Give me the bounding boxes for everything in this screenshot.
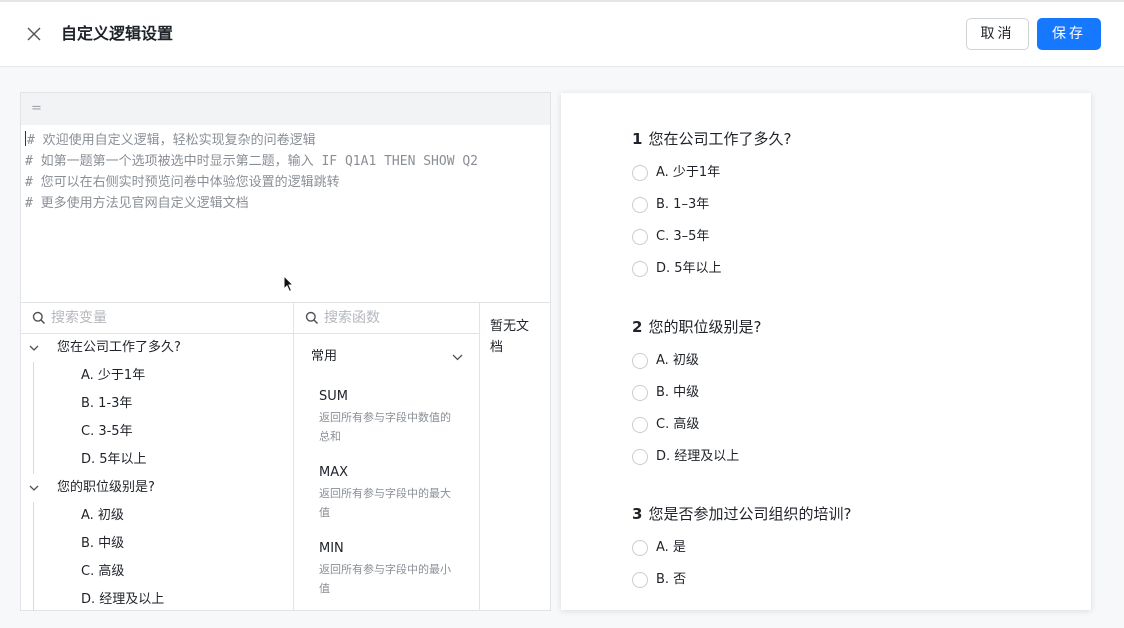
- variable-option[interactable]: A. 初级: [21, 502, 293, 530]
- variable-option[interactable]: D. 5年以上: [21, 446, 293, 474]
- variable-group: 您在公司工作了多久? A. 少于1年 B. 1-3年 C. 3-5年 D. 5年…: [21, 334, 293, 474]
- function-search: [294, 303, 479, 334]
- radio-option[interactable]: C. 高级: [632, 409, 761, 441]
- function-item[interactable]: SUM 返回所有参与字段中数值的总和: [294, 380, 479, 456]
- variable-search-input[interactable]: [49, 307, 269, 329]
- survey-question: 3 您是否参加过公司组织的培训? A. 是 B. 否: [632, 502, 851, 596]
- radio-button[interactable]: [632, 261, 648, 277]
- cancel-button[interactable]: 取消: [966, 18, 1029, 50]
- survey-question: 1 您在公司工作了多久? A. 少于1年 B. 1–3年 C. 3–5年 D. 5…: [632, 127, 791, 285]
- chevron-down-icon: [452, 354, 463, 361]
- variable-option[interactable]: A. 少于1年: [21, 362, 293, 390]
- variables-column: 您在公司工作了多久? A. 少于1年 B. 1-3年 C. 3-5年 D. 5年…: [21, 303, 294, 611]
- variable-option[interactable]: D. 经理及以上: [21, 586, 293, 611]
- radio-option[interactable]: A. 初级: [632, 345, 761, 377]
- close-button[interactable]: [22, 22, 46, 46]
- variable-option[interactable]: B. 1-3年: [21, 390, 293, 418]
- code-line: # 您可以在右侧实时预览问卷中体验您设置的逻辑跳转: [25, 175, 340, 190]
- radio-button[interactable]: [632, 385, 648, 401]
- radio-option[interactable]: D. 经理及以上: [632, 441, 761, 473]
- top-divider: [0, 0, 1124, 2]
- question-title: 3 您是否参加过公司组织的培训?: [632, 505, 852, 523]
- mouse-cursor-icon: [283, 275, 295, 293]
- radio-button[interactable]: [632, 417, 648, 433]
- docs-column: 暂无文档: [480, 303, 550, 611]
- tree-guide-line: [33, 502, 34, 611]
- variable-question[interactable]: 您的职位级别是?: [21, 474, 293, 502]
- reference-area: 您在公司工作了多久? A. 少于1年 B. 1-3年 C. 3-5年 D. 5年…: [21, 302, 550, 611]
- radio-option[interactable]: B. 否: [632, 564, 851, 596]
- variable-option[interactable]: B. 中级: [21, 530, 293, 558]
- function-item[interactable]: MAX 返回所有参与字段中的最大值: [294, 456, 479, 532]
- page-title: 自定义逻辑设置: [61, 24, 174, 43]
- function-category-toggle[interactable]: 常用: [294, 334, 479, 380]
- header-bar: 自定义逻辑设置 取消 保存: [0, 0, 1124, 67]
- radio-button[interactable]: [632, 540, 648, 556]
- function-name: SUM: [319, 389, 348, 404]
- question-title: 2 您的职位级别是?: [632, 318, 762, 336]
- function-search-input[interactable]: [322, 307, 462, 329]
- variable-option[interactable]: C. 高级: [21, 558, 293, 586]
- variable-question[interactable]: 您在公司工作了多久?: [21, 334, 293, 362]
- function-description: 返回所有参与字段中的最小值: [319, 563, 451, 595]
- radio-button[interactable]: [632, 572, 648, 588]
- radio-option[interactable]: C. 3–5年: [632, 221, 791, 253]
- radio-button[interactable]: [632, 197, 648, 213]
- survey-preview-panel: 1 您在公司工作了多久? A. 少于1年 B. 1–3年 C. 3–5年 D. 5…: [561, 93, 1091, 610]
- functions-column: 常用 SUM 返回所有参与字段中数值的总和 MAX 返回所有参与字段中的最大值 …: [294, 303, 480, 611]
- formula-bar[interactable]: =: [21, 93, 550, 125]
- close-icon: [27, 27, 41, 41]
- function-description: 返回所有参与字段中的最大值: [319, 487, 451, 519]
- radio-button[interactable]: [632, 165, 648, 181]
- chevron-down-icon: [29, 345, 39, 351]
- logic-editor-panel: = # 欢迎使用自定义逻辑，轻松实现复杂的问卷逻辑 # 如第一题第一个选项被选中…: [20, 92, 551, 611]
- text-caret: [25, 131, 26, 146]
- radio-option[interactable]: D. 5年以上: [632, 253, 791, 285]
- variable-search: [21, 303, 293, 334]
- function-item[interactable]: MIN 返回所有参与字段中的最小值: [294, 532, 479, 608]
- variable-group: 您的职位级别是? A. 初级 B. 中级 C. 高级 D. 经理及以上: [21, 474, 293, 611]
- radio-button[interactable]: [632, 229, 648, 245]
- radio-option[interactable]: A. 少于1年: [632, 157, 791, 189]
- code-line: # 欢迎使用自定义逻辑，轻松实现复杂的问卷逻辑: [25, 131, 316, 148]
- code-line: # 如第一题第一个选项被选中时显示第二题，输入 IF Q1A1 THEN SHO…: [25, 154, 479, 169]
- search-icon: [305, 311, 319, 325]
- variable-option[interactable]: C. 3-5年: [21, 418, 293, 446]
- radio-button[interactable]: [632, 449, 648, 465]
- radio-button[interactable]: [632, 353, 648, 369]
- question-title: 1 您在公司工作了多久?: [632, 130, 792, 148]
- tree-guide-line: [33, 362, 34, 474]
- function-description: 返回所有参与字段中数值的总和: [319, 411, 451, 443]
- search-icon: [32, 311, 46, 325]
- radio-option[interactable]: B. 中级: [632, 377, 761, 409]
- radio-option[interactable]: B. 1–3年: [632, 189, 791, 221]
- survey-question: 2 您的职位级别是? A. 初级 B. 中级 C. 高级 D. 经理及以上: [632, 315, 761, 473]
- function-name: MAX: [319, 465, 349, 480]
- radio-option[interactable]: A. 是: [632, 532, 851, 564]
- chevron-down-icon: [29, 485, 39, 491]
- function-name: MIN: [319, 541, 344, 556]
- save-button[interactable]: 保存: [1037, 18, 1101, 50]
- code-line: # 更多使用方法见官网自定义逻辑文档: [25, 196, 249, 211]
- empty-docs-text: 暂无文档: [490, 319, 530, 355]
